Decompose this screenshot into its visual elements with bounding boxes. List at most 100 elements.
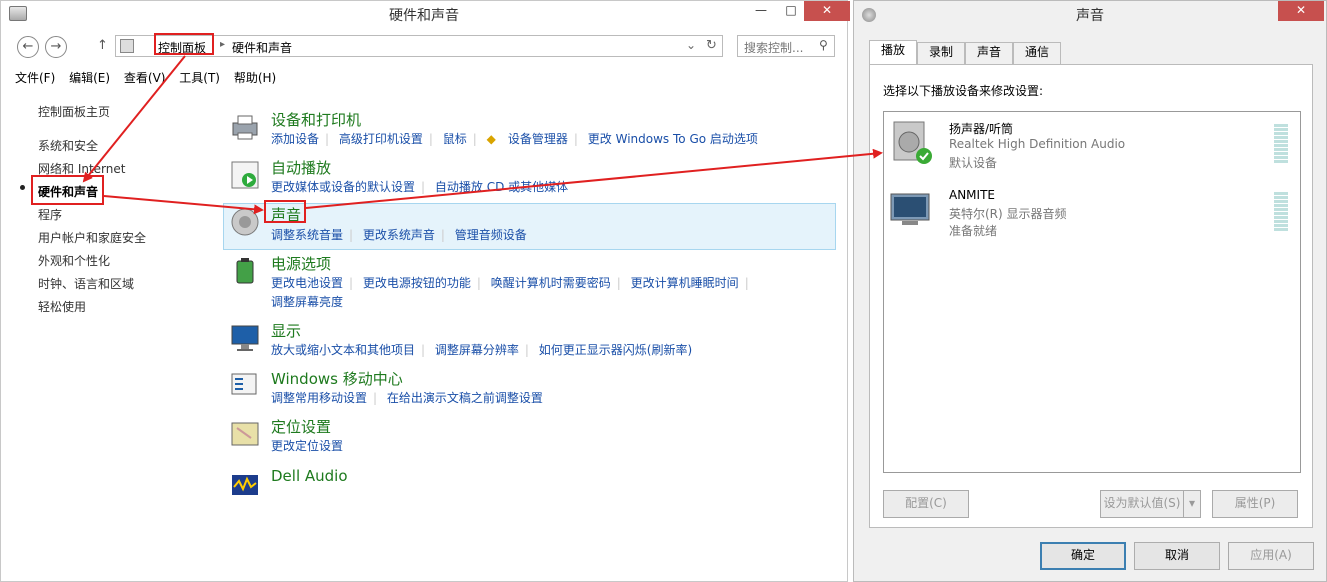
address-dropdown-icon[interactable]: ⌄ [686,38,696,52]
configure-button[interactable]: 配置(C) [883,490,969,518]
breadcrumb-separator-icon: ▸ [220,39,226,50]
sidebar-item-system-security[interactable]: 系统和安全 [38,137,98,154]
speaker-icon [231,208,259,236]
dell-audio-icon [232,475,258,495]
menu-view[interactable]: 查看(V) [124,71,166,85]
battery-icon [236,258,254,284]
window-title: 硬件和声音 [389,8,459,24]
sound-dialog: 声音 ✕ 播放 录制 声音 通信 选择以下播放设备来修改设置: 扬声器/听筒 R… [853,0,1327,582]
category-title[interactable]: 设备和打印机 [271,109,361,130]
back-button[interactable]: ← [17,36,39,58]
link-media-default[interactable]: 更改媒体或设备的默认设置 [271,180,421,194]
device-list: 扬声器/听筒 Realtek High Definition Audio 默认设… [883,111,1301,473]
tab-communications[interactable]: 通信 [1013,42,1061,64]
link-change-sounds[interactable]: 更改系统声音 [357,228,441,242]
link-add-device[interactable]: 添加设备 [271,132,325,146]
link-refresh-rate[interactable]: 如何更正显示器闪烁(刷新率) [533,343,698,357]
link-adjust-volume[interactable]: 调整系统音量 [271,228,349,242]
search-icon[interactable]: ⚲ [819,38,828,52]
properties-button[interactable]: 属性(P) [1212,490,1298,518]
category-links: 添加设备 | 高级打印机设置 | 鼠标 | ◆ 设备管理器 | 更改 Windows To… [271,130,764,147]
close-button[interactable]: ✕ [804,1,850,21]
mobility-center-icon [231,373,257,395]
annotation-box-hardware-sound [31,175,104,205]
link-presentation-settings[interactable]: 在给出演示文稿之前调整设置 [381,391,549,405]
menu-file[interactable]: 文件(F) [15,71,55,85]
speaker-device-icon [893,121,932,164]
monitor-device-icon [890,193,930,225]
up-button[interactable]: ↑ [97,38,108,53]
instruction-text: 选择以下播放设备来修改设置: [883,84,1044,98]
dialog-title: 声音 [1076,8,1104,24]
apply-button[interactable]: 应用(A) [1228,542,1314,570]
link-brightness[interactable]: 调整屏幕亮度 [271,295,349,309]
link-windows-to-go[interactable]: 更改 Windows To Go 启动选项 [582,132,764,146]
monitor-icon [231,325,259,351]
location-settings-icon [231,422,259,446]
category-title[interactable]: 定位设置 [271,416,331,437]
current-item-bullet [20,185,25,190]
link-mobility-settings[interactable]: 调整常用移动设置 [271,391,373,405]
link-change-location[interactable]: 更改定位设置 [271,439,349,453]
sidebar-item-programs[interactable]: 程序 [38,206,62,223]
menu-edit[interactable]: 编辑(E) [69,71,110,85]
tab-recording[interactable]: 录制 [917,42,965,64]
maximize-button[interactable]: □ [776,1,806,21]
sidebar-item-user-accounts[interactable]: 用户帐户和家庭安全 [38,229,146,246]
printer-icon [232,115,258,140]
link-battery-settings[interactable]: 更改电池设置 [271,276,349,290]
forward-button[interactable]: → [45,36,67,58]
device-name: ANMITE [949,188,995,202]
category-links: 调整系统音量 | 更改系统声音 | 管理音频设备 [271,226,533,243]
category-title[interactable]: 电源选项 [271,253,331,274]
device-name: 扬声器/听筒 [949,122,1014,136]
tab-playback[interactable]: 播放 [869,40,917,64]
link-manage-audio[interactable]: 管理音频设备 [449,228,533,242]
sidebar-item-appearance[interactable]: 外观和个性化 [38,252,110,269]
category-links: 更改电池设置 | 更改电源按钮的功能 | 唤醒计算机时需要密码 | 更改计算机睡眠时间… [271,276,749,290]
link-autoplay-cd[interactable]: 自动播放 CD 或其他媒体 [429,180,574,194]
link-text-size[interactable]: 放大或缩小文本和其他项目 [271,343,421,357]
ok-button[interactable]: 确定 [1040,542,1126,570]
annotation-box-control-panel [154,33,214,55]
annotation-box-sound [264,200,306,223]
shield-icon: ◆ [486,132,496,146]
chevron-down-icon[interactable]: ▾ [1183,490,1201,518]
breadcrumb-hardware-sound[interactable]: 硬件和声音 [232,39,292,56]
device-status: 默认设备 [949,156,998,170]
menu-help[interactable]: 帮助(H) [234,71,276,85]
category-title[interactable]: 自动播放 [271,157,331,178]
cancel-button[interactable]: 取消 [1134,542,1220,570]
category-links: 更改媒体或设备的默认设置 | 自动播放 CD 或其他媒体 [271,178,574,195]
link-mouse[interactable]: 鼠标 [437,132,473,146]
refresh-button[interactable]: ↻ [706,38,717,53]
link-sleep-time[interactable]: 更改计算机睡眠时间 [625,276,745,290]
link-device-manager[interactable]: 设备管理器 [502,132,574,146]
dialog-close-button[interactable]: ✕ [1278,1,1324,21]
category-title[interactable]: 显示 [271,320,301,341]
volume-meter [1274,192,1288,232]
sidebar-item-home[interactable]: 控制面板主页 [38,103,110,120]
link-power-button[interactable]: 更改电源按钮的功能 [357,276,477,290]
minimize-button[interactable]: — [746,1,776,21]
category-links: 更改定位设置 [271,437,349,454]
navigation-bar: ← → ↑ 控制面板 ▸ 硬件和声音 ⌄ ↻ 搜索控制... ⚲ [15,34,837,58]
sidebar-item-ease-of-access[interactable]: 轻松使用 [38,298,86,315]
playback-panel: 选择以下播放设备来修改设置: 扬声器/听筒 Realtek High Defin… [869,64,1313,528]
autoplay-icon [231,161,259,189]
link-resolution[interactable]: 调整屏幕分辨率 [429,343,525,357]
list-item[interactable]: 扬声器/听筒 Realtek High Definition Audio 默认设… [884,116,1300,186]
device-description: 英特尔(R) 显示器音频 [949,207,1067,221]
set-default-button[interactable]: 设为默认值(S) [1100,490,1184,518]
category-title[interactable]: Dell Audio [271,467,348,485]
device-status: 准备就绪 [949,224,998,238]
link-advanced-printer[interactable]: 高级打印机设置 [333,132,429,146]
tab-sounds[interactable]: 声音 [965,42,1013,64]
sidebar-item-clock-region[interactable]: 时钟、语言和区域 [38,275,134,292]
link-wake-password[interactable]: 唤醒计算机时需要密码 [485,276,617,290]
title-bar: 硬件和声音 — □ ✕ [1,1,850,27]
category-title[interactable]: Windows 移动中心 [271,368,403,389]
control-panel-window: 硬件和声音 — □ ✕ ← → ↑ 控制面板 ▸ 硬件和声音 ⌄ ↻ 搜索控制.… [0,0,850,582]
list-item[interactable]: ANMITE 英特尔(R) 显示器音频 准备就绪 [884,184,1300,254]
menu-tools[interactable]: 工具(T) [179,71,220,85]
